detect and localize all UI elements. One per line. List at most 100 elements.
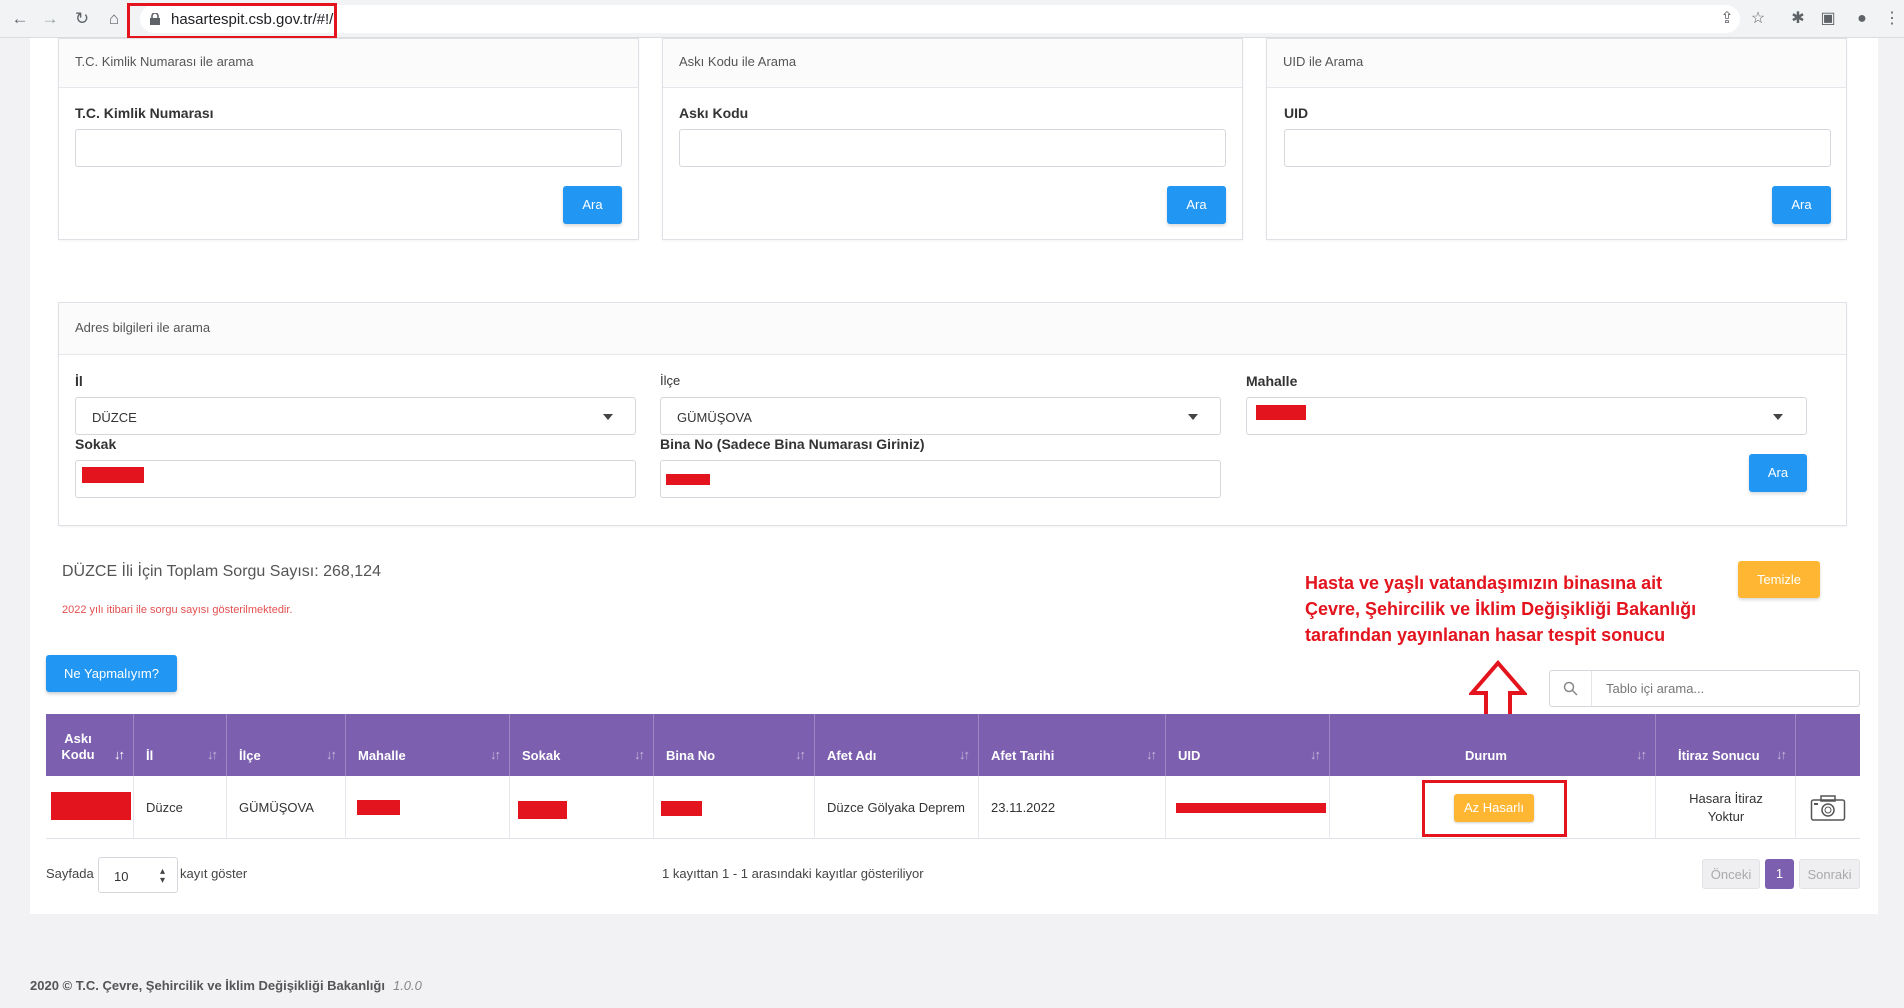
col-photo bbox=[1796, 714, 1860, 776]
clear-button[interactable]: Temizle bbox=[1738, 561, 1820, 598]
aski-label: Askı Kodu bbox=[679, 105, 749, 121]
next-button[interactable]: Sonraki bbox=[1799, 859, 1860, 889]
cell-itiraz: Hasara İtiraz Yoktur bbox=[1656, 776, 1796, 839]
sort-icon: ↓↑ bbox=[634, 747, 645, 762]
uid-search-button[interactable]: Ara bbox=[1772, 186, 1831, 224]
page-1-button[interactable]: 1 bbox=[1765, 859, 1794, 889]
address-search-button[interactable]: Ara bbox=[1749, 454, 1807, 492]
aski-search-button[interactable]: Ara bbox=[1167, 186, 1226, 224]
sort-icon: ↓↑ bbox=[1636, 747, 1647, 762]
redacted-bina-cell bbox=[661, 801, 702, 816]
col-ilce[interactable]: İlçe ↓↑ bbox=[227, 714, 346, 776]
table-row[interactable]: Düzce GÜMÜŞOVA Düzce Gölyaka Deprem 23.1… bbox=[46, 776, 1860, 839]
cell-photo[interactable] bbox=[1796, 776, 1860, 839]
query-count-note: 2022 yılı itibari ile sorgu sayısı göste… bbox=[62, 604, 293, 616]
uid-input[interactable] bbox=[1284, 129, 1831, 167]
bookmark-star-icon[interactable]: ☆ bbox=[1748, 9, 1768, 29]
col-afet-adi[interactable]: Afet Adı ↓↑ bbox=[815, 714, 979, 776]
col-uid[interactable]: UID ↓↑ bbox=[1166, 714, 1330, 776]
bina-label: Bina No (Sadece Bina Numarası Giriniz) bbox=[660, 436, 925, 452]
redacted-uid-cell bbox=[1176, 803, 1326, 813]
sort-icon: ↓↑ bbox=[1146, 747, 1157, 762]
cell-value: Düzce Gölyaka Deprem bbox=[827, 800, 965, 815]
il-select[interactable]: DÜZCE bbox=[75, 397, 636, 435]
mahalle-label: Mahalle bbox=[1246, 373, 1298, 389]
il-selected-value: DÜZCE bbox=[92, 410, 137, 425]
tc-input[interactable] bbox=[75, 129, 622, 167]
col-aski[interactable]: Askı Kodu ↓↑ bbox=[46, 714, 134, 776]
col-durum[interactable]: Durum ↓↑ bbox=[1330, 714, 1656, 776]
col-label: UID bbox=[1178, 748, 1201, 763]
sort-icon: ↓↑ bbox=[490, 747, 501, 762]
col-label: İl bbox=[146, 748, 154, 763]
sidepanel-icon[interactable]: ▣ bbox=[1818, 9, 1838, 29]
back-icon[interactable]: ← bbox=[10, 9, 30, 29]
annotation-line: Çevre, Şehircilik ve İklim Değişikliği B… bbox=[1305, 599, 1697, 619]
address-bar[interactable] bbox=[140, 5, 1740, 33]
sort-icon: ↓↑ bbox=[114, 747, 125, 762]
panel-header: UID ile Arama bbox=[1267, 39, 1846, 88]
total-query-count: DÜZCE İli İçin Toplam Sorgu Sayısı: 268,… bbox=[62, 563, 381, 580]
chevron-down-icon bbox=[603, 414, 613, 420]
updown-icon: ▴ ▾ bbox=[159, 866, 165, 886]
share-icon[interactable]: ⇪ bbox=[1717, 9, 1737, 29]
mahalle-select[interactable] bbox=[1246, 397, 1807, 435]
aski-input[interactable] bbox=[679, 129, 1226, 167]
camera-icon[interactable] bbox=[1810, 794, 1846, 822]
redacted-mahalle-cell bbox=[357, 800, 400, 815]
page-size-select[interactable]: 10 ▴ ▾ bbox=[98, 857, 178, 893]
url-highlight-box bbox=[127, 3, 337, 39]
sort-icon: ↓↑ bbox=[1310, 747, 1321, 762]
ilce-label: İlçe bbox=[660, 373, 681, 388]
reload-icon[interactable]: ↻ bbox=[72, 9, 92, 29]
col-label: Durum bbox=[1465, 748, 1507, 763]
footer: 2020 © T.C. Çevre, Şehircilik ve İklim D… bbox=[30, 978, 422, 993]
col-label: İtiraz Sonucu bbox=[1678, 748, 1760, 763]
forward-icon[interactable]: → bbox=[40, 9, 60, 29]
cell-value: GÜMÜŞOVA bbox=[239, 800, 314, 815]
col-afet-tarihi[interactable]: Afet Tarihi ↓↑ bbox=[979, 714, 1166, 776]
status-badge: Az Hasarlı bbox=[1454, 794, 1534, 822]
tc-search-button[interactable]: Ara bbox=[563, 186, 622, 224]
extensions-icon[interactable]: ✱ bbox=[1788, 9, 1808, 29]
ilce-selected-value: GÜMÜŞOVA bbox=[677, 410, 752, 425]
col-label: Afet Tarihi bbox=[991, 748, 1055, 763]
col-label: Askı Kodu bbox=[61, 731, 95, 762]
footer-text: 2020 © T.C. Çevre, Şehircilik ve İklim D… bbox=[30, 978, 385, 993]
panel-header: Adres bilgileri ile arama bbox=[59, 303, 1846, 355]
chevron-down-icon bbox=[1188, 414, 1198, 420]
page-background-bottom bbox=[0, 914, 1904, 1008]
page-size-value: 10 bbox=[114, 869, 129, 884]
itiraz-line: Yoktur bbox=[1707, 809, 1745, 824]
profile-icon[interactable]: ● bbox=[1852, 9, 1872, 29]
col-sokak[interactable]: Sokak ↓↑ bbox=[510, 714, 654, 776]
annotation-text: Hasta ve yaşlı vatandaşımızın binasına a… bbox=[1305, 570, 1725, 648]
prev-button[interactable]: Önceki bbox=[1702, 859, 1760, 889]
ilce-select[interactable]: GÜMÜŞOVA bbox=[660, 397, 1221, 435]
cell-value: Düzce bbox=[146, 800, 183, 815]
col-label: Sokak bbox=[522, 748, 561, 763]
itiraz-line: Hasara İtiraz bbox=[1689, 791, 1763, 806]
col-il[interactable]: İl ↓↑ bbox=[134, 714, 227, 776]
cell-afet-tarihi: 23.11.2022 bbox=[979, 776, 1166, 839]
sort-icon: ↓↑ bbox=[959, 747, 970, 762]
page-background-right bbox=[1878, 38, 1904, 1008]
table-search[interactable]: Tablo içi arama... bbox=[1549, 670, 1860, 707]
sokak-input[interactable] bbox=[75, 460, 636, 498]
search-icon bbox=[1563, 681, 1578, 696]
table-search-input[interactable]: Tablo içi arama... bbox=[1606, 681, 1704, 696]
col-bina[interactable]: Bina No ↓↑ bbox=[654, 714, 815, 776]
records-info: 1 kayıttan 1 - 1 arasındaki kayıtlar gös… bbox=[662, 866, 924, 881]
col-itiraz[interactable]: İtiraz Sonucu ↓↑ bbox=[1656, 714, 1796, 776]
home-icon[interactable]: ⌂ bbox=[104, 9, 124, 29]
redacted-sokak bbox=[82, 467, 144, 483]
sokak-label: Sokak bbox=[75, 436, 117, 452]
menu-icon[interactable]: ⋮ bbox=[1882, 9, 1902, 29]
bina-input[interactable] bbox=[660, 460, 1221, 498]
il-label: İl bbox=[75, 373, 83, 389]
col-mahalle[interactable]: Mahalle ↓↑ bbox=[346, 714, 510, 776]
help-button[interactable]: Ne Yapmalıyım? bbox=[46, 655, 177, 692]
page-background-left bbox=[0, 38, 30, 1008]
annotation-line: tarafından yayınlanan hasar tespit sonuc… bbox=[1305, 625, 1666, 645]
cell-afet-adi: Düzce Gölyaka Deprem bbox=[815, 776, 979, 839]
